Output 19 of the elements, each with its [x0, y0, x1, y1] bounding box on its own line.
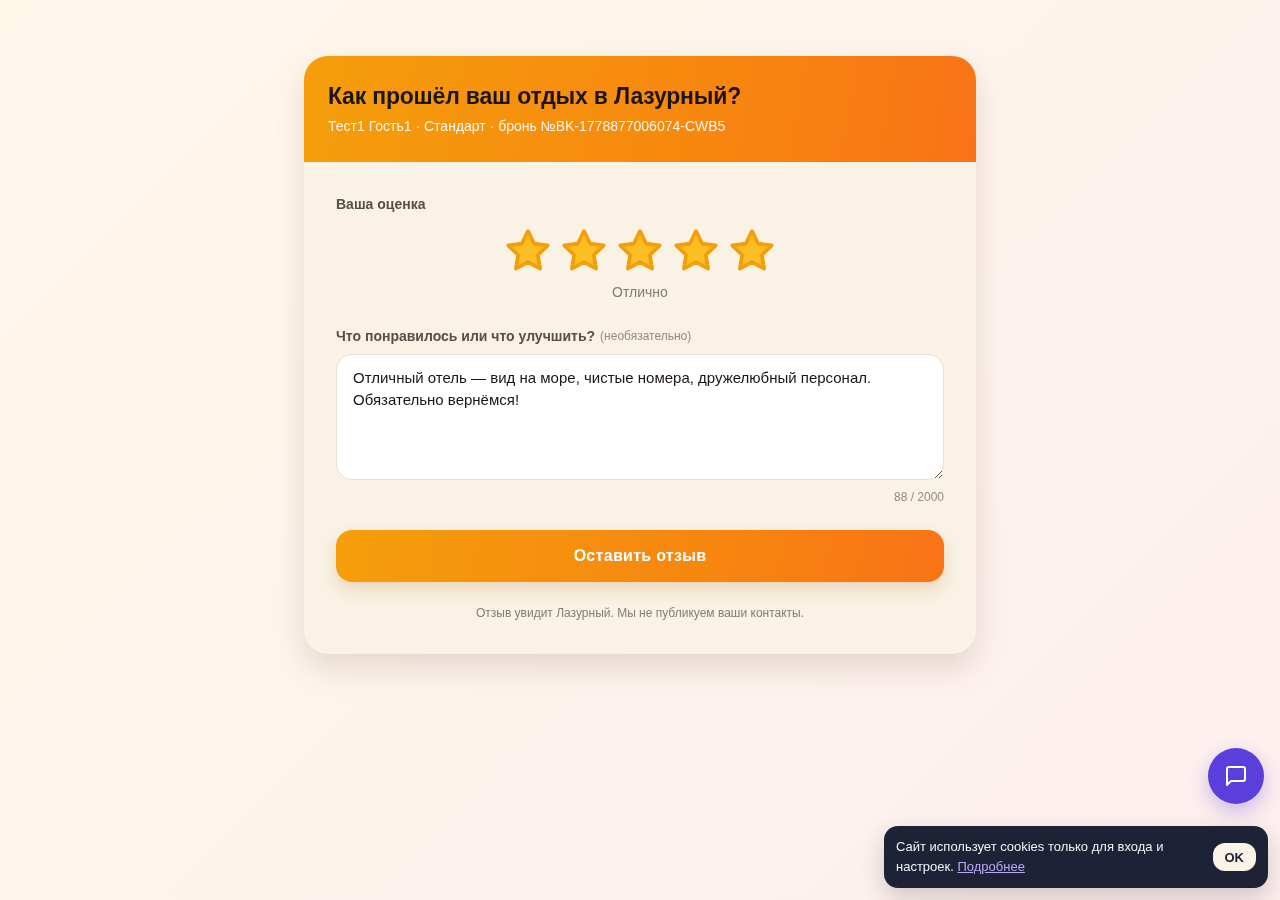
privacy-note: Отзыв увидит Лазурный. Мы не публикуем ваши контакты.	[475, 605, 805, 621]
optional-hint: (необязательно)	[600, 328, 692, 345]
more-link[interactable]: Подробнее	[957, 859, 1025, 874]
card-title: Как прошёл ваш отдых в Лазурный?	[328, 82, 743, 110]
character-counter: 88 / 2000	[893, 489, 944, 505]
booking-details: Тест1 Гость1 · Стандарт · бронь №BK-1778877006074-CWB5	[328, 117, 727, 136]
review-field[interactable]: Отличный отель — вид на море, чистые номера, дружелюбный персонал. Обязательно вернёмся!	[336, 354, 944, 480]
cookie-notice-text: Сайт использует cookies только для входа и настроек. Подробнее	[896, 838, 1165, 876]
chat-bubble-icon	[1226, 766, 1246, 786]
chat-button[interactable]	[1208, 748, 1264, 804]
ok-button[interactable]: OK	[1212, 843, 1256, 871]
star-icon[interactable]	[561, 228, 607, 272]
star-icon[interactable]	[729, 228, 775, 272]
star-icon[interactable]	[617, 228, 663, 272]
rating-caption: Отлично	[612, 283, 668, 302]
star-icon[interactable]	[673, 228, 719, 272]
rating-label: Ваша оценка	[336, 195, 426, 214]
review-label: Что понравилось или что улучшить?	[336, 327, 596, 346]
star-icon[interactable]	[505, 228, 551, 272]
